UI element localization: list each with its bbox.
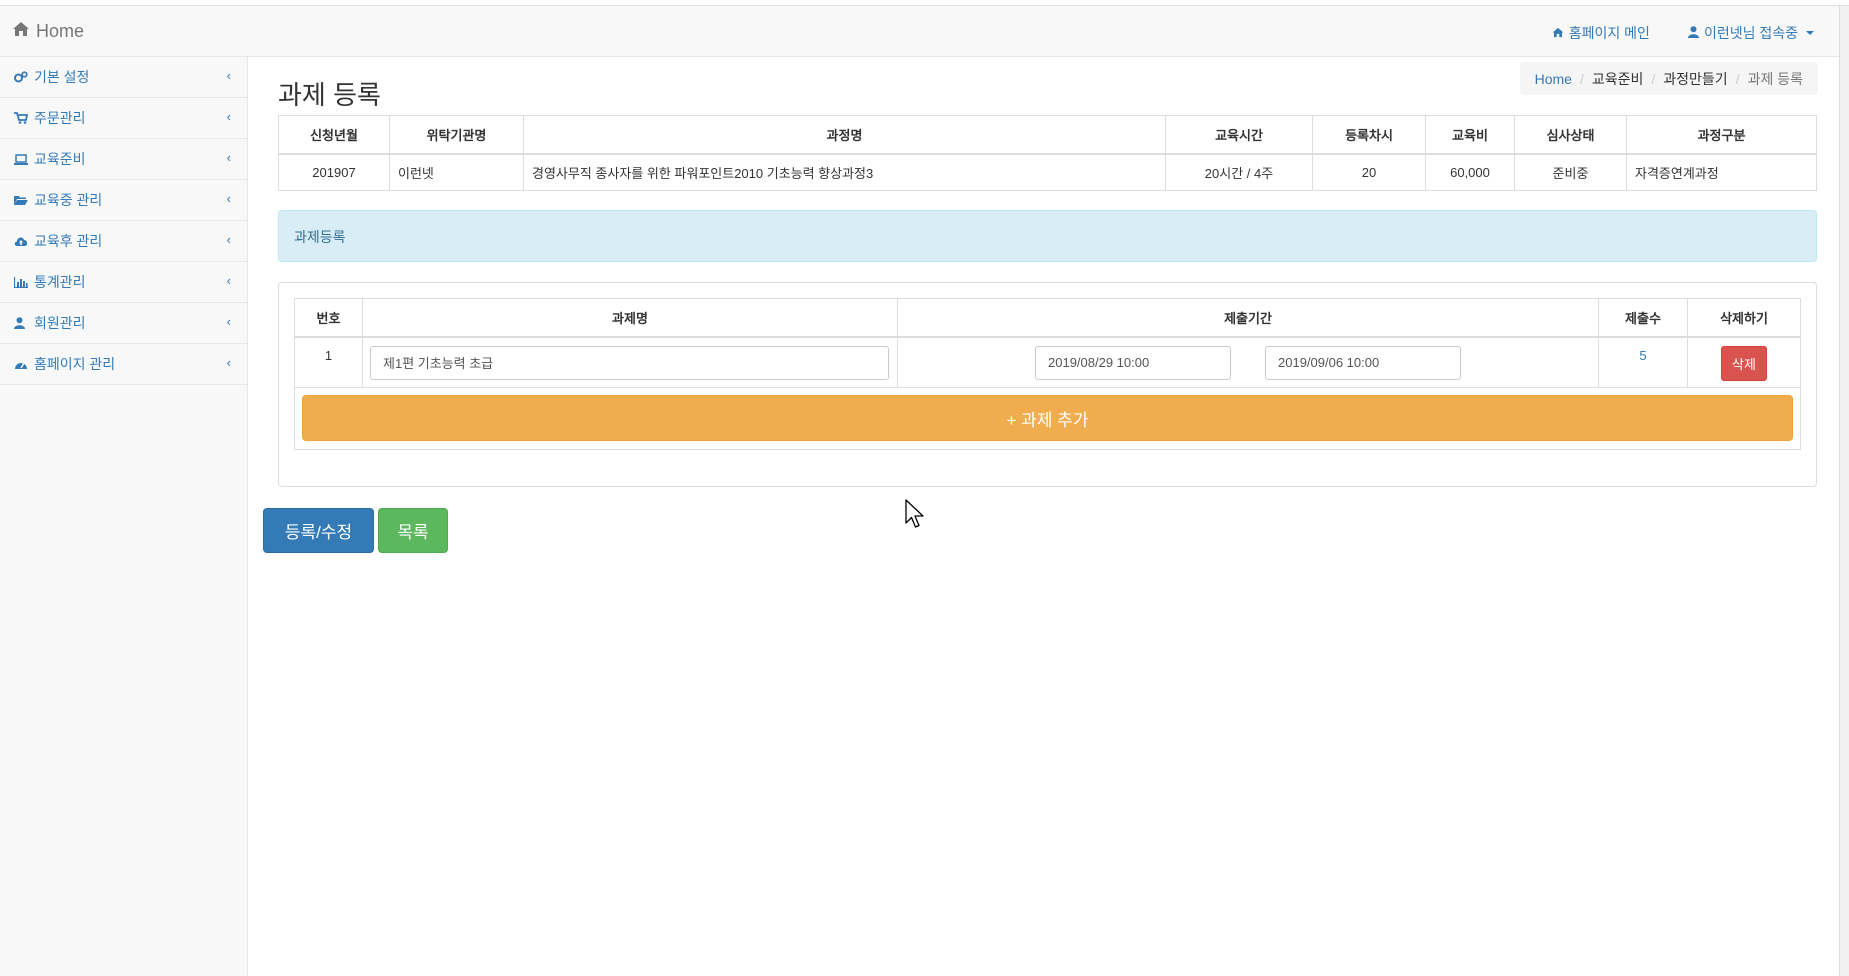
table-cell: 60,000	[1425, 153, 1515, 191]
table-row: 201907 이런넷 경영사무직 종사자를 위한 파워포인트2010 기초능력 …	[278, 153, 1817, 191]
chevron-left-icon: ‹	[226, 68, 231, 83]
list-button[interactable]: 목록	[378, 508, 448, 553]
user-menu-dropdown[interactable]: 이런넷님 접속중	[1687, 23, 1814, 43]
column-header: 과정명	[523, 115, 1166, 155]
caret-down-icon	[1806, 31, 1814, 35]
home-icon	[12, 21, 30, 42]
chevron-left-icon: ‹	[226, 232, 231, 247]
sidebar-item-label: 주문관리	[34, 110, 86, 126]
homepage-main-link[interactable]: 홈페이지 메인	[1552, 23, 1650, 43]
user-menu-label: 이런넷님 접속중	[1703, 25, 1798, 41]
task-name-input[interactable]	[370, 345, 889, 380]
sidebar: 기본 설정 ‹ 주문관리 ‹ 교육준비 ‹ 교육중 관리 ‹ 교육후 관리 ‹ …	[0, 57, 248, 976]
task-table: 번호 과제명 제출기간 제출수 삭제하기 1 제1편 기초능력 초급 2019/…	[294, 298, 1801, 450]
delete-cell: 삭제	[1687, 336, 1801, 388]
sidebar-item-label: 회원관리	[34, 315, 86, 331]
folder-open-icon	[14, 195, 30, 206]
homepage-main-label: 홈페이지 메인	[1568, 25, 1650, 41]
course-info-table: 신청년월 위탁기관명 과정명 교육시간 등록차시 교육비 심사상태 과정구분 2…	[278, 115, 1817, 191]
sidebar-item-homepage-admin[interactable]: 홈페이지 관리 ‹	[0, 344, 247, 385]
mouse-cursor-icon	[905, 499, 925, 532]
table-row: 1 5 삭제	[294, 336, 1801, 388]
dashboard-icon	[14, 359, 30, 370]
sidebar-item-label: 교육준비	[34, 151, 86, 167]
column-header: 교육비	[1425, 115, 1515, 155]
sidebar-item-label: 교육중 관리	[34, 192, 103, 208]
sidebar-item-members[interactable]: 회원관리 ‹	[0, 303, 247, 344]
column-header: 과제명	[362, 298, 898, 338]
sidebar-item-after-education[interactable]: 교육후 관리 ‹	[0, 221, 247, 262]
cart-icon	[14, 112, 30, 124]
bar-chart-icon	[14, 276, 30, 288]
table-cell: 자격증연계과정	[1626, 153, 1817, 191]
breadcrumb-home[interactable]: Home	[1535, 71, 1572, 87]
sidebar-item-during-education[interactable]: 교육중 관리 ‹	[0, 180, 247, 221]
home-icon	[1552, 25, 1564, 41]
column-header: 제출수	[1598, 298, 1688, 338]
chevron-left-icon: ‹	[226, 314, 231, 329]
sidebar-item-label: 홈페이지 관리	[34, 356, 116, 372]
table-cell: 201907	[278, 153, 390, 191]
delete-button[interactable]: 삭제	[1721, 345, 1767, 381]
table-cell: 이런넷	[389, 153, 524, 191]
column-header: 삭제하기	[1687, 298, 1801, 338]
column-header: 심사상태	[1514, 115, 1627, 155]
brand-label: Home	[36, 21, 85, 41]
page-scrollbar[interactable]	[1839, 6, 1849, 976]
breadcrumb: Home / 교육준비 / 과정만들기 / 과제 등록	[1519, 62, 1818, 95]
task-panel: 번호 과제명 제출기간 제출수 삭제하기 1 제1편 기초능력 초급 2019/…	[278, 282, 1817, 487]
chevron-left-icon: ‹	[226, 191, 231, 206]
gears-icon	[14, 71, 30, 83]
user-icon	[1687, 25, 1699, 41]
chevron-left-icon: ‹	[226, 109, 231, 124]
column-header: 신청년월	[278, 115, 390, 155]
add-task-row: + 과제 추가	[294, 387, 1801, 450]
sidebar-item-statistics[interactable]: 통계관리 ‹	[0, 262, 247, 303]
save-button[interactable]: 등록/수정	[263, 508, 374, 553]
breadcrumb-current: 과제 등록	[1747, 70, 1803, 87]
submission-period-cell	[897, 336, 1599, 388]
column-header: 번호	[294, 298, 363, 338]
table-cell: 준비중	[1514, 153, 1627, 191]
add-task-button[interactable]: + 과제 추가	[302, 395, 1793, 441]
chevron-left-icon: ‹	[226, 273, 231, 288]
page-title: 과제 등록	[278, 80, 381, 110]
table-header-row: 신청년월 위탁기관명 과정명 교육시간 등록차시 교육비 심사상태 과정구분	[278, 115, 1817, 155]
breadcrumb-separator: /	[1651, 70, 1656, 87]
table-header-row: 번호 과제명 제출기간 제출수 삭제하기	[294, 298, 1801, 338]
sidebar-item-basic-settings[interactable]: 기본 설정 ‹	[0, 57, 247, 98]
task-name-cell	[362, 336, 898, 388]
sidebar-item-label: 교육후 관리	[34, 233, 103, 249]
sidebar-item-orders[interactable]: 주문관리 ‹	[0, 98, 247, 139]
sidebar-item-label: 기본 설정	[34, 69, 90, 85]
cloud-upload-icon	[14, 236, 30, 247]
column-header: 제출기간	[897, 298, 1599, 338]
breadcrumb-separator: /	[1579, 70, 1584, 87]
breadcrumb-course-create[interactable]: 과정만들기	[1663, 69, 1727, 89]
start-date-input[interactable]	[1035, 345, 1231, 380]
end-date-input[interactable]	[1265, 345, 1461, 380]
user-icon	[14, 317, 30, 329]
table-cell: 20시간 / 4주	[1165, 153, 1313, 191]
laptop-icon	[14, 153, 30, 165]
top-navbar: Home 홈페이지 메인 이런넷님 접속중	[0, 6, 1849, 57]
column-header: 위탁기관명	[389, 115, 524, 155]
column-header: 교육시간	[1165, 115, 1313, 155]
submission-count-link[interactable]: 5	[1598, 336, 1688, 388]
brand-home-link[interactable]: Home	[12, 21, 84, 42]
sidebar-item-label: 통계관리	[34, 274, 86, 290]
column-header: 등록차시	[1312, 115, 1426, 155]
table-cell: 20	[1312, 153, 1426, 191]
chevron-left-icon: ‹	[226, 355, 231, 370]
breadcrumb-education-prep[interactable]: 교육준비	[1592, 69, 1644, 89]
breadcrumb-separator: /	[1735, 70, 1740, 87]
column-header: 과정구분	[1626, 115, 1817, 155]
table-cell: 경영사무직 종사자를 위한 파워포인트2010 기초능력 향상과정3	[523, 153, 1166, 191]
chevron-left-icon: ‹	[226, 150, 231, 165]
section-alert: 과제등록	[278, 210, 1817, 262]
sidebar-item-education-prep[interactable]: 교육준비 ‹	[0, 139, 247, 180]
task-number: 1	[294, 336, 363, 388]
